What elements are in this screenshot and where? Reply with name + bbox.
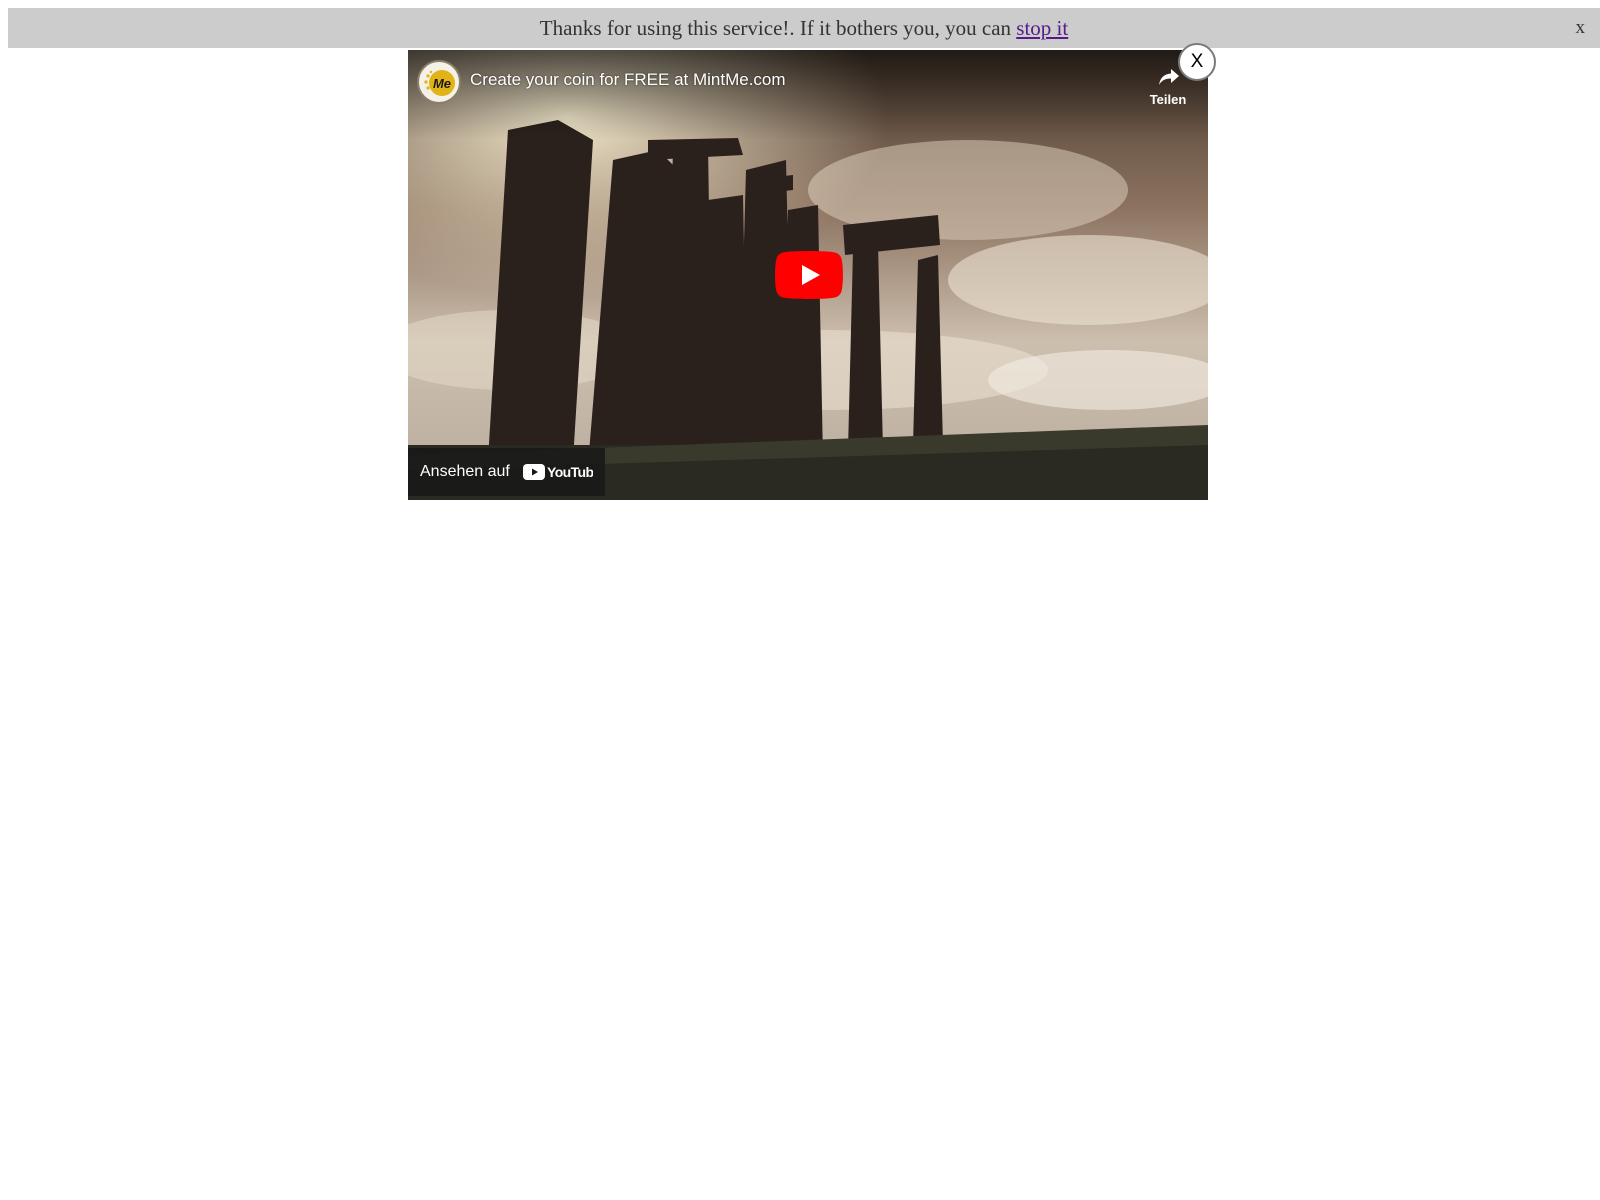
play-button[interactable] bbox=[775, 251, 843, 299]
notice-bar: Thanks for using this service!. If it bo… bbox=[8, 8, 1600, 48]
watch-on-label: Ansehen auf bbox=[420, 463, 510, 480]
channel-avatar[interactable]: Me bbox=[417, 60, 461, 104]
overlay-close-button[interactable]: X bbox=[1178, 43, 1216, 81]
notice-close-button[interactable]: x bbox=[1576, 17, 1586, 39]
share-label: Teilen bbox=[1149, 92, 1187, 107]
video-title[interactable]: Create your coin for FREE at MintMe.com bbox=[470, 70, 786, 90]
video-embed[interactable]: Me Create your coin for FREE at MintMe.c… bbox=[408, 50, 1208, 500]
share-arrow-icon bbox=[1159, 69, 1179, 85]
mintme-logo-icon: Me bbox=[421, 64, 457, 100]
notice-text: Thanks for using this service!. If it bo… bbox=[8, 15, 1600, 41]
watch-on-youtube-button[interactable]: Ansehen auf YouTube bbox=[408, 448, 605, 496]
youtube-logo-text: YouTube bbox=[547, 464, 593, 480]
stop-it-link[interactable]: stop it bbox=[1016, 16, 1068, 40]
notice-message: Thanks for using this service!. If it bo… bbox=[539, 16, 1012, 40]
channel-avatar-text: Me bbox=[433, 76, 451, 91]
youtube-logo-icon: YouTube bbox=[523, 464, 593, 480]
